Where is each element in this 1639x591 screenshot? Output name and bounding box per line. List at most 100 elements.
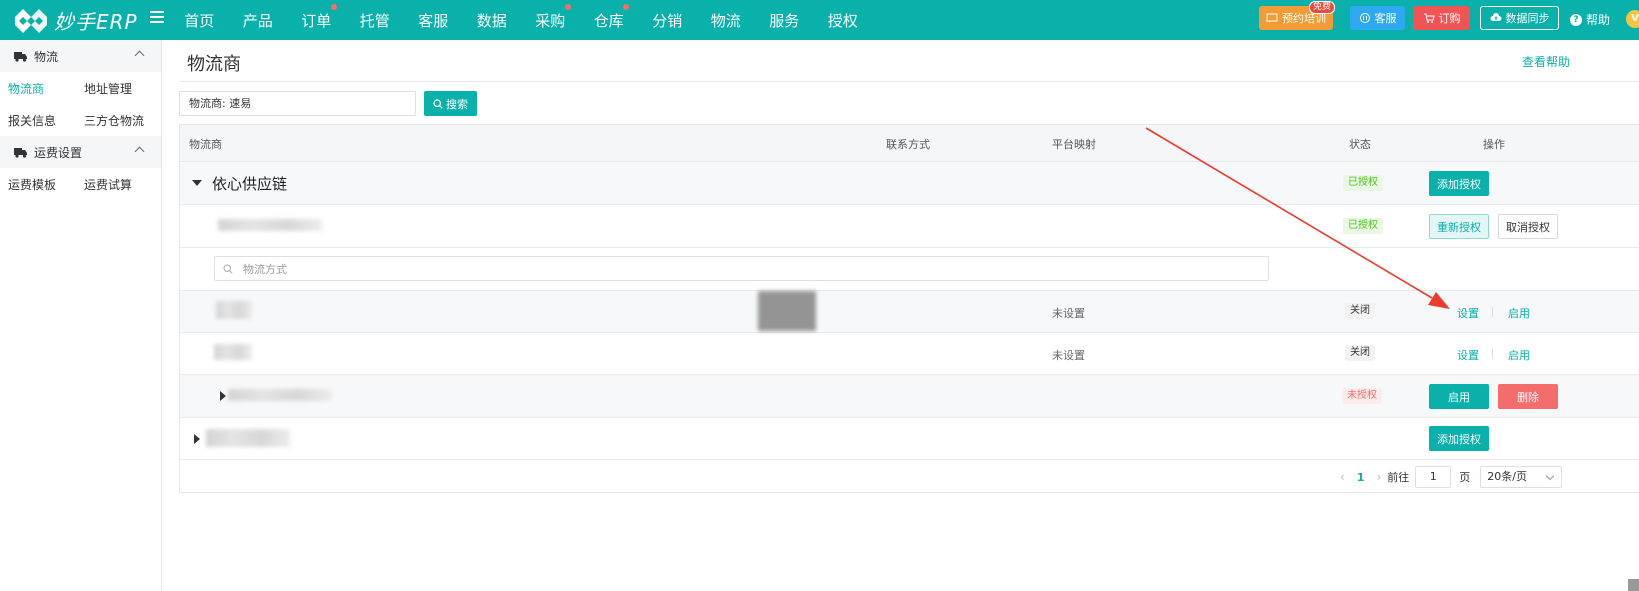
nav-item-customer-service[interactable]: 客服: [404, 10, 463, 31]
cancel-authorization-button[interactable]: 取消授权: [1498, 214, 1558, 239]
nav-label: 分销: [652, 11, 683, 30]
mapping-value: 未设置: [1052, 349, 1085, 362]
sidebar-item-shipping-calculator[interactable]: 运费试算: [76, 176, 152, 193]
provider-filter-input[interactable]: 物流商: 速易: [179, 91, 416, 116]
chevron-down-icon: [1546, 471, 1555, 481]
col-header-contact: 联系方式: [886, 138, 930, 151]
nav-item-logistics[interactable]: 物流: [697, 10, 756, 31]
app-logo[interactable]: 妙手ERP: [14, 5, 138, 35]
delete-button[interactable]: 删除: [1498, 384, 1558, 409]
caret-right-icon[interactable]: [220, 391, 226, 401]
data-sync-button[interactable]: 数据同步: [1480, 6, 1559, 30]
table-row-account: 已授权 重新授权 取消授权: [180, 205, 1639, 248]
page-size-select[interactable]: 20条/页: [1480, 466, 1563, 488]
truck-icon: [14, 52, 27, 62]
nav-item-purchase[interactable]: 采购: [521, 3, 580, 31]
sidebar-item-third-party-warehouse[interactable]: 三方仓物流: [76, 112, 152, 129]
set-link[interactable]: 设置: [1457, 347, 1479, 363]
prev-page-button[interactable]: ‹: [1340, 470, 1345, 484]
add-authorization-button[interactable]: 添加授权: [1429, 171, 1489, 196]
sidebar-item-address-management[interactable]: 地址管理: [76, 80, 152, 97]
sidebar-group-title: 运费设置: [34, 145, 83, 160]
table-row-shipping-method: 未设置 关闭 设置 启用: [180, 291, 1639, 333]
sidebar: 物流 物流商 地址管理 报关信息 三方仓物流 运费设置 运费模板 运费试算: [0, 40, 162, 591]
redacted-method-name: [214, 344, 252, 360]
enable-link[interactable]: 启用: [1508, 305, 1530, 321]
nav-label: 客服: [418, 11, 449, 30]
separator: [1492, 307, 1493, 317]
col-header-status: 状态: [1349, 138, 1371, 151]
enable-button[interactable]: 启用: [1429, 384, 1489, 409]
nav-label: 仓库: [593, 11, 624, 30]
table-row-shipping-method: 未设置 关闭 设置 启用: [180, 333, 1639, 375]
nav-label: 授权: [827, 11, 858, 30]
next-page-button[interactable]: ›: [1376, 470, 1381, 484]
caret-right-icon[interactable]: [194, 434, 200, 444]
notification-dot: [330, 3, 337, 10]
shipping-method-placeholder: 物流方式: [243, 262, 287, 276]
add-authorization-button[interactable]: 添加授权: [1429, 426, 1489, 451]
nav-item-home[interactable]: 首页: [170, 10, 229, 31]
nav-item-data[interactable]: 数据: [463, 10, 522, 31]
table-row-method-search: 物流方式: [180, 248, 1639, 291]
caret-down-icon[interactable]: [192, 180, 202, 186]
chevron-up-icon[interactable]: [134, 50, 145, 61]
view-help-link[interactable]: 查看帮助: [1522, 53, 1570, 70]
sidebar-item-logistics-provider[interactable]: 物流商: [0, 80, 76, 97]
nav-label: 订单: [301, 11, 332, 30]
chevron-up-icon[interactable]: [134, 146, 145, 157]
truck-icon: [14, 148, 27, 158]
redacted-provider-name: [206, 429, 290, 447]
headset-icon: [1359, 13, 1370, 23]
status-badge: 已授权: [1343, 218, 1383, 234]
nav-item-authorization[interactable]: 授权: [814, 10, 873, 31]
sidebar-group-logistics[interactable]: 物流: [0, 40, 161, 72]
nav-item-managed[interactable]: 托管: [346, 10, 405, 31]
set-link[interactable]: 设置: [1457, 305, 1479, 321]
table-row-provider-group: 添加授权: [180, 418, 1639, 460]
question-icon: ?: [1570, 13, 1582, 26]
nav-label: 物流: [710, 11, 741, 30]
menu-toggle-icon[interactable]: [150, 11, 164, 25]
sidebar-group-shipping-settings[interactable]: 运费设置: [0, 136, 161, 168]
nav-item-warehouse[interactable]: 仓库: [580, 3, 639, 31]
table-header: 物流商 联系方式 平台映射 状态 操作: [180, 125, 1639, 162]
page-number[interactable]: 1: [1357, 471, 1365, 484]
sidebar-item-customs-info[interactable]: 报关信息: [0, 112, 76, 129]
sidebar-row: 运费模板 运费试算: [0, 168, 161, 200]
status-badge: 已授权: [1343, 175, 1383, 191]
nav-item-products[interactable]: 产品: [229, 10, 288, 31]
goto-page-input[interactable]: 1: [1415, 466, 1452, 488]
sidebar-item-shipping-template[interactable]: 运费模板: [0, 176, 76, 193]
free-badge: 免费: [1308, 1, 1335, 14]
redacted-account-name: [218, 219, 322, 231]
book-training-button[interactable]: 预约培训 免费: [1259, 1, 1335, 30]
help-link[interactable]: ? 帮助: [1570, 11, 1610, 28]
customer-service-button[interactable]: 客服: [1350, 6, 1405, 30]
nav-label: 首页: [184, 11, 215, 30]
enable-link[interactable]: 启用: [1508, 347, 1530, 363]
table-row-provider-group: 依心供应链 已授权 添加授权: [180, 162, 1639, 205]
provider-group-name: 依心供应链: [212, 175, 288, 193]
mapping-value: 未设置: [1052, 307, 1085, 320]
notification-dot: [623, 3, 629, 10]
status-badge: 未授权: [1342, 388, 1382, 404]
customer-service-label: 客服: [1374, 12, 1397, 25]
status-badge: 关闭: [1345, 303, 1375, 319]
search-button[interactable]: 搜索: [424, 91, 477, 116]
subscribe-button[interactable]: 订购: [1413, 6, 1470, 30]
cloud-upload-icon: [1490, 13, 1501, 21]
data-sync-label: 数据同步: [1505, 12, 1550, 25]
search-icon: [433, 98, 443, 109]
nav-item-services[interactable]: 服务: [755, 10, 814, 31]
page-title: 物流商: [187, 54, 241, 75]
nav-item-orders[interactable]: 订单: [287, 3, 346, 31]
shipping-method-search-input[interactable]: 物流方式: [214, 256, 1269, 281]
main-nav: 首页 产品 订单 托管 客服 数据 采购 仓库 分销 物流 服务 授权: [170, 0, 872, 40]
sidebar-group-title: 物流: [34, 49, 59, 64]
nav-item-distribution[interactable]: 分销: [638, 10, 697, 31]
reauthorize-button[interactable]: 重新授权: [1429, 214, 1489, 239]
nav-label: 采购: [535, 11, 566, 30]
logo-text: 妙手ERP: [54, 9, 138, 34]
vip-badge[interactable]: V: [1626, 10, 1639, 28]
